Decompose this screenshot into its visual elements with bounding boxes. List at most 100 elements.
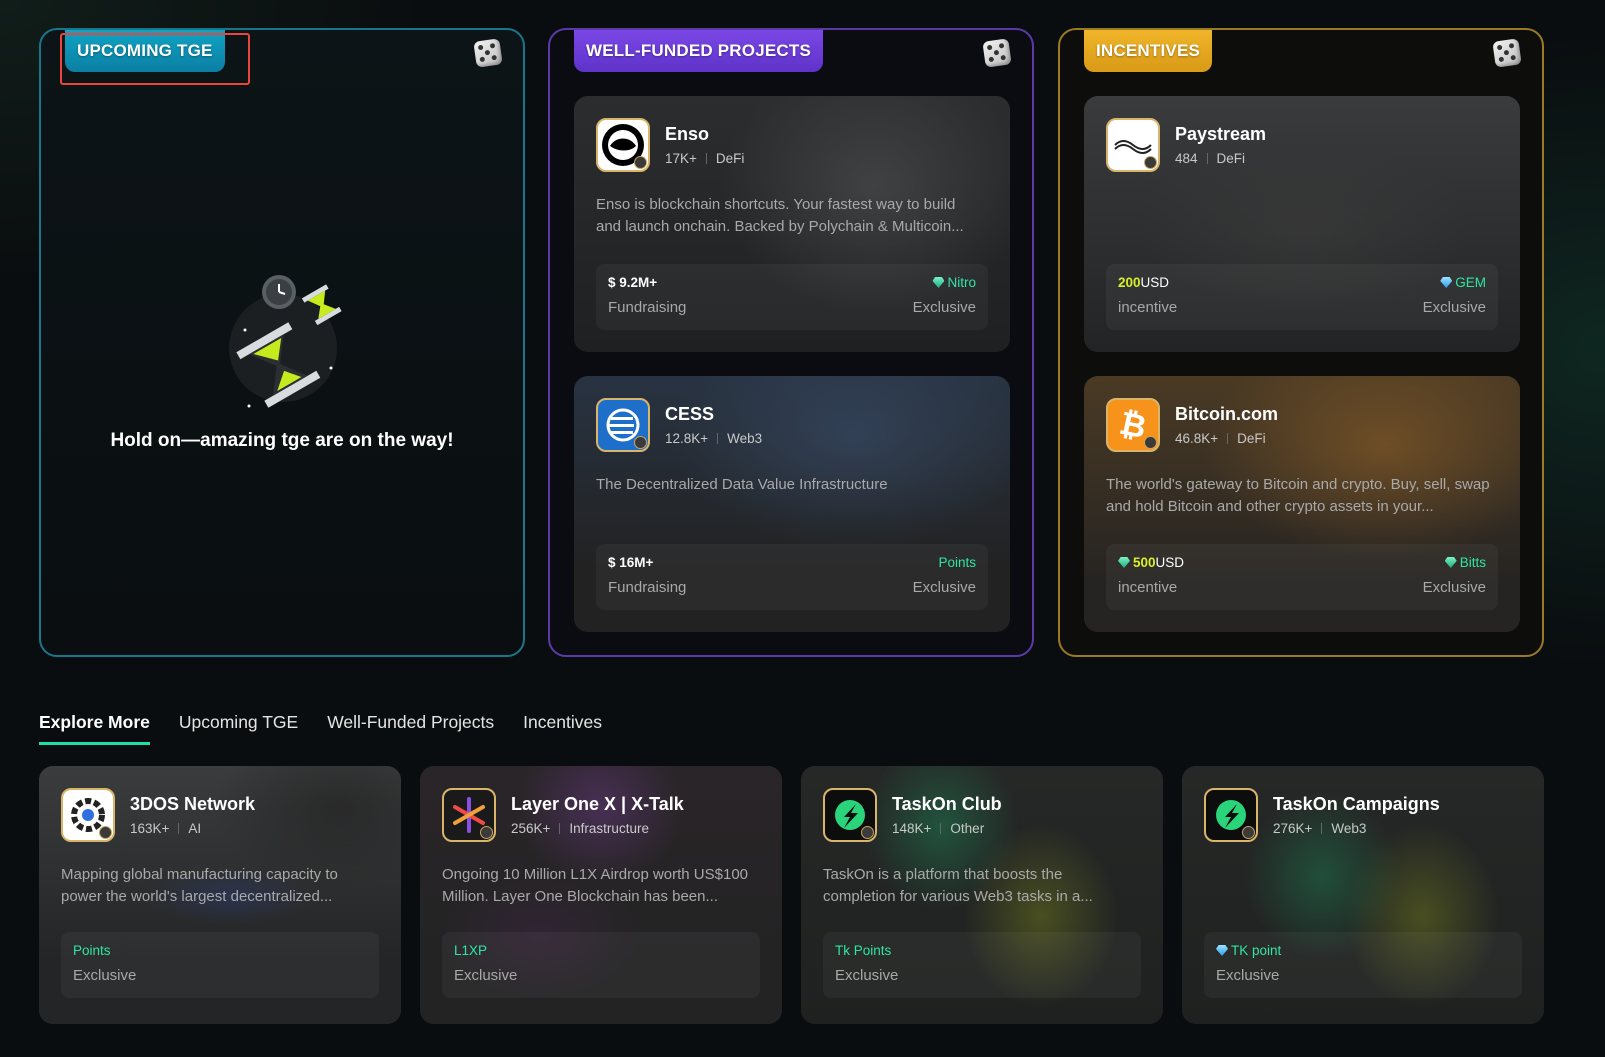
project-name[interactable]: Paystream — [1175, 124, 1266, 145]
follower-count: 163K+ — [130, 821, 170, 836]
reward-type: Points — [938, 555, 976, 570]
project-name[interactable]: Layer One X | X-Talk — [511, 794, 684, 815]
project-meta: 484 DeFi — [1175, 151, 1245, 166]
tab-explore-more[interactable]: Explore More — [39, 712, 150, 745]
follower-count: 276K+ — [1273, 821, 1313, 836]
incentives-tag[interactable]: INCENTIVES — [1084, 30, 1213, 72]
exclusive-label: Exclusive — [912, 299, 976, 316]
diamond-icon — [1440, 277, 1453, 288]
fundraising-label: Fundraising — [608, 299, 687, 316]
exclusive-label: Exclusive — [835, 967, 899, 984]
reward-stats: Points Exclusive — [61, 932, 379, 998]
gem-icon — [932, 277, 945, 288]
paystream-logo — [1106, 118, 1160, 172]
project-name[interactable]: TaskOn Club — [892, 794, 1002, 815]
project-description: TaskOn is a platform that boosts the com… — [823, 866, 1093, 905]
project-category: Web3 — [727, 431, 763, 446]
explore-card-layer-one-x[interactable]: Layer One X | X-Talk 256K+ Infrastructure… — [420, 766, 782, 1024]
reward-stats: $ 9.2M+ Fundraising Nitro Exclusive — [596, 264, 988, 330]
project-category: DeFi — [1237, 431, 1266, 446]
incentive-amount: 200USD — [1118, 275, 1170, 290]
project-name[interactable]: 3DOS Network — [130, 794, 255, 815]
hourglass-illustration — [229, 275, 342, 408]
explore-card-3dos-network[interactable]: 3DOS Network 163K+ AI Mapping global manu… — [39, 766, 401, 1024]
explore-tabs: Explore More Upcoming TGE Well-Funded Pr… — [39, 712, 602, 745]
tab-incentives[interactable]: Incentives — [523, 712, 602, 745]
layer-one-x-logo — [442, 788, 496, 842]
reward-type: Tk Points — [835, 943, 892, 958]
dice-icon[interactable] — [1492, 38, 1522, 68]
gem-icon — [1444, 557, 1457, 568]
reward-stats: $ 16M+ Fundraising Points Exclusive — [596, 544, 988, 610]
highlight-annotation — [60, 33, 250, 85]
reward-stats: L1XP Exclusive — [442, 932, 760, 998]
tab-upcoming-tge[interactable]: Upcoming TGE — [179, 712, 298, 745]
reward-type: Points — [73, 943, 111, 958]
project-card-paystream[interactable]: Paystream 484 DeFi 200USD incentive GEM E… — [1084, 96, 1520, 352]
project-category: Other — [950, 821, 985, 836]
explore-card-taskon-campaigns[interactable]: TaskOn Campaigns 276K+ Web3 TK point Excl… — [1182, 766, 1544, 1024]
exclusive-label: Exclusive — [912, 579, 976, 596]
fundraising-amount: $ 16M+ — [608, 555, 654, 570]
project-description: Mapping global manufacturing capacity to… — [61, 866, 338, 905]
enso-logo — [596, 118, 650, 172]
project-category: DeFi — [1216, 151, 1246, 166]
reward-type: GEM — [1440, 275, 1486, 290]
exclusive-label: Exclusive — [454, 967, 518, 984]
reward-stats: Tk Points Exclusive — [823, 932, 1141, 998]
incentive-label: incentive — [1118, 299, 1178, 316]
reward-type: TK point — [1216, 943, 1281, 958]
3dos-network-logo — [61, 788, 115, 842]
project-category: Web3 — [1331, 821, 1367, 836]
follower-count: 17K+ — [665, 151, 697, 166]
project-meta: 17K+ DeFi — [665, 151, 744, 166]
explore-card-taskon-club[interactable]: TaskOn Club 148K+ Other TaskOn is a platf… — [801, 766, 1163, 1024]
project-meta: 46.8K+ DeFi — [1175, 431, 1266, 446]
project-name[interactable]: TaskOn Campaigns — [1273, 794, 1440, 815]
tab-well-funded-projects[interactable]: Well-Funded Projects — [327, 712, 494, 745]
dice-icon[interactable] — [473, 38, 503, 68]
project-meta: 148K+ Other — [892, 821, 984, 836]
taskon-club-logo — [823, 788, 877, 842]
reward-type: L1XP — [454, 943, 488, 958]
cess-logo — [596, 398, 650, 452]
bitcoin-com-logo: ₿ — [1106, 398, 1160, 452]
exclusive-label: Exclusive — [73, 967, 137, 984]
incentive-label: incentive — [1118, 579, 1178, 596]
reward-stats: 200USD incentive GEM Exclusive — [1106, 264, 1498, 330]
project-name[interactable]: CESS — [665, 404, 714, 425]
reward-type: Bitts — [1444, 555, 1486, 570]
project-description: The world's gateway to Bitcoin and crypt… — [1106, 476, 1490, 515]
upcoming-tge-panel: UPCOMING TGE Hold on—amazing tge are on … — [39, 28, 525, 657]
reward-stats: TK point Exclusive — [1204, 932, 1522, 998]
follower-count: 256K+ — [511, 821, 551, 836]
project-card-bitcoin-com[interactable]: ₿ Bitcoin.com 46.8K+ DeFi The world's gat… — [1084, 376, 1520, 632]
gem-icon — [1118, 557, 1130, 568]
project-meta: 256K+ Infrastructure — [511, 821, 649, 836]
incentive-amount: 500USD — [1118, 555, 1184, 570]
tge-empty-message: Hold on—amazing tge are on the way! — [110, 430, 454, 451]
project-card-enso[interactable]: Enso 17K+ DeFi Enso is blockchain shortcu… — [574, 96, 1010, 352]
fundraising-label: Fundraising — [608, 579, 687, 596]
reward-type: Nitro — [932, 275, 976, 290]
exclusive-label: Exclusive — [1422, 579, 1486, 596]
exclusive-label: Exclusive — [1422, 299, 1486, 316]
project-description: Ongoing 10 Million L1X Airdrop worth US$… — [442, 866, 749, 905]
exclusive-label: Exclusive — [1216, 967, 1280, 984]
project-meta: 276K+ Web3 — [1273, 821, 1366, 836]
project-description: The Decentralized Data Value Infrastruct… — [596, 476, 888, 493]
project-category: Infrastructure — [569, 821, 649, 836]
taskon-campaigns-logo — [1204, 788, 1258, 842]
project-name[interactable]: Bitcoin.com — [1175, 404, 1278, 425]
incentives-panel: INCENTIVES Paystream 484 DeFi 200USD ince… — [1058, 28, 1544, 657]
project-category: DeFi — [715, 151, 745, 166]
project-meta: 163K+ AI — [130, 821, 201, 836]
follower-count: 484 — [1175, 151, 1198, 166]
dice-icon[interactable] — [982, 38, 1012, 68]
fundraising-amount: $ 9.2M+ — [608, 275, 658, 290]
project-meta: 12.8K+ Web3 — [665, 431, 762, 446]
well-funded-tag[interactable]: WELL-FUNDED PROJECTS — [574, 30, 823, 72]
project-name[interactable]: Enso — [665, 124, 709, 145]
project-card-cess[interactable]: CESS 12.8K+ Web3 The Decentralized Data V… — [574, 376, 1010, 632]
follower-count: 148K+ — [892, 821, 932, 836]
